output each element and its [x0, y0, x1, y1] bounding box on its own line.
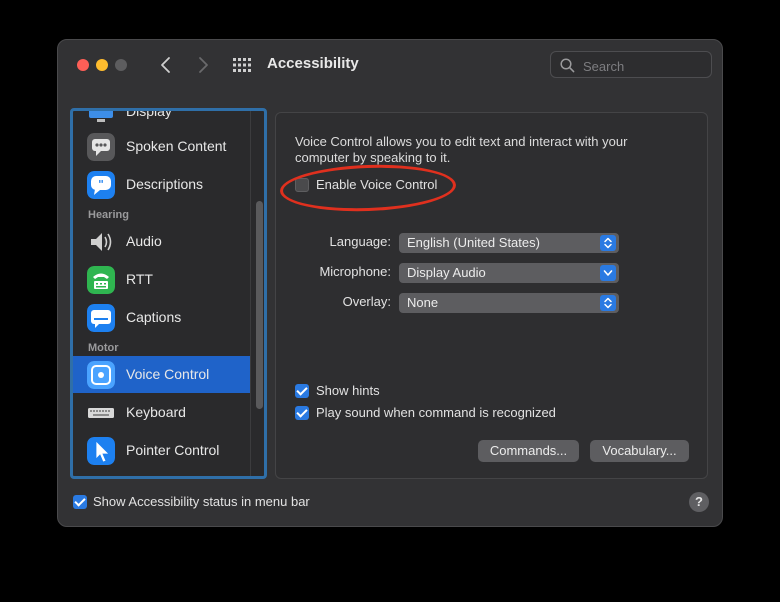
close-window-button[interactable]	[77, 59, 89, 71]
microphone-popup[interactable]: Display Audio	[399, 263, 619, 283]
sidebar-item-label: Voice Control	[126, 366, 210, 382]
language-value: English (United States)	[407, 235, 540, 250]
sidebar-item-label: Display	[126, 111, 172, 119]
sidebar-item-descriptions[interactable]: " Descriptions	[73, 166, 250, 203]
chevron-left-icon	[161, 57, 170, 73]
quote-bubble-icon: "	[87, 171, 115, 199]
zoom-window-button[interactable]	[115, 59, 127, 71]
speaker-icon	[91, 233, 112, 251]
show-hints-label[interactable]: Show hints	[316, 383, 380, 398]
chevron-down-icon	[600, 265, 616, 281]
help-button[interactable]: ?	[689, 492, 709, 512]
sidebar-item-spoken-content[interactable]: Spoken Content	[73, 128, 250, 165]
captions-icon	[87, 304, 115, 332]
sidebar-item-label: Audio	[126, 233, 162, 249]
search-box[interactable]	[550, 51, 712, 78]
preferences-window: Accessibility Display	[57, 39, 723, 527]
overlay-value: None	[407, 295, 439, 310]
sidebar-item-label: Keyboard	[126, 404, 186, 420]
voice-control-icon	[87, 361, 115, 389]
show-hints-checkbox[interactable]	[295, 384, 309, 398]
display-icon	[89, 111, 113, 122]
language-label: Language:	[329, 234, 391, 249]
minimize-window-button[interactable]	[96, 59, 108, 71]
sidebar-divider	[250, 111, 251, 476]
section-header-hearing: Hearing	[88, 209, 129, 221]
vocabulary-button[interactable]: Vocabulary...	[590, 440, 689, 462]
sidebar-item-keyboard[interactable]: Keyboard	[73, 394, 250, 431]
sidebar-item-label: Pointer Control	[126, 442, 220, 458]
sidebar-content: Display Spoken Content " Descriptions He…	[73, 111, 253, 476]
window-title: Accessibility	[267, 55, 359, 72]
sidebar-item-captions[interactable]: Captions	[73, 299, 250, 336]
language-popup[interactable]: English (United States)	[399, 233, 619, 253]
microphone-value: Display Audio	[407, 265, 486, 280]
microphone-label: Microphone:	[319, 264, 391, 279]
sidebar-list[interactable]: Display Spoken Content " Descriptions He…	[70, 108, 267, 479]
sidebar-item-rtt[interactable]: RTT	[73, 261, 250, 298]
grid-icon	[233, 58, 251, 72]
voice-control-pane: Voice Control allows you to edit text an…	[275, 112, 708, 479]
sidebar-item-audio[interactable]: Audio	[73, 223, 250, 260]
search-icon	[560, 58, 575, 73]
commands-button[interactable]: Commands...	[478, 440, 579, 462]
search-input[interactable]	[581, 56, 705, 76]
pointer-icon	[87, 437, 115, 465]
updown-chevron-icon	[600, 295, 616, 311]
show-status-label[interactable]: Show Accessibility status in menu bar	[93, 494, 310, 509]
keyboard-icon	[88, 408, 114, 418]
sidebar-item-pointer-control[interactable]: Pointer Control	[73, 432, 250, 469]
sidebar-item-label: RTT	[126, 271, 153, 287]
overlay-label: Overlay:	[342, 294, 391, 309]
sidebar-scrollbar[interactable]	[256, 201, 263, 409]
updown-chevron-icon	[600, 235, 616, 251]
sidebar-item-label: Spoken Content	[126, 138, 227, 154]
annotation-circle	[279, 161, 457, 215]
section-header-motor: Motor	[88, 342, 119, 354]
show-status-checkbox[interactable]	[73, 495, 87, 509]
title-bar: Accessibility	[58, 40, 722, 90]
overlay-popup[interactable]: None	[399, 293, 619, 313]
play-sound-label[interactable]: Play sound when command is recognized	[316, 405, 556, 420]
tty-phone-icon	[87, 266, 115, 294]
sidebar-item-label: Captions	[126, 309, 182, 325]
show-all-button[interactable]	[233, 57, 251, 73]
sidebar-item-voice-control[interactable]: Voice Control	[73, 356, 250, 393]
back-button[interactable]	[156, 54, 176, 76]
speech-bubble-icon	[87, 133, 115, 161]
voice-control-description: Voice Control allows you to edit text an…	[295, 134, 628, 165]
chevron-right-icon	[199, 57, 208, 73]
forward-button[interactable]	[193, 54, 213, 76]
svg-text:": "	[98, 178, 104, 191]
sidebar-item-label: Descriptions	[126, 176, 204, 192]
play-sound-checkbox[interactable]	[295, 406, 309, 420]
